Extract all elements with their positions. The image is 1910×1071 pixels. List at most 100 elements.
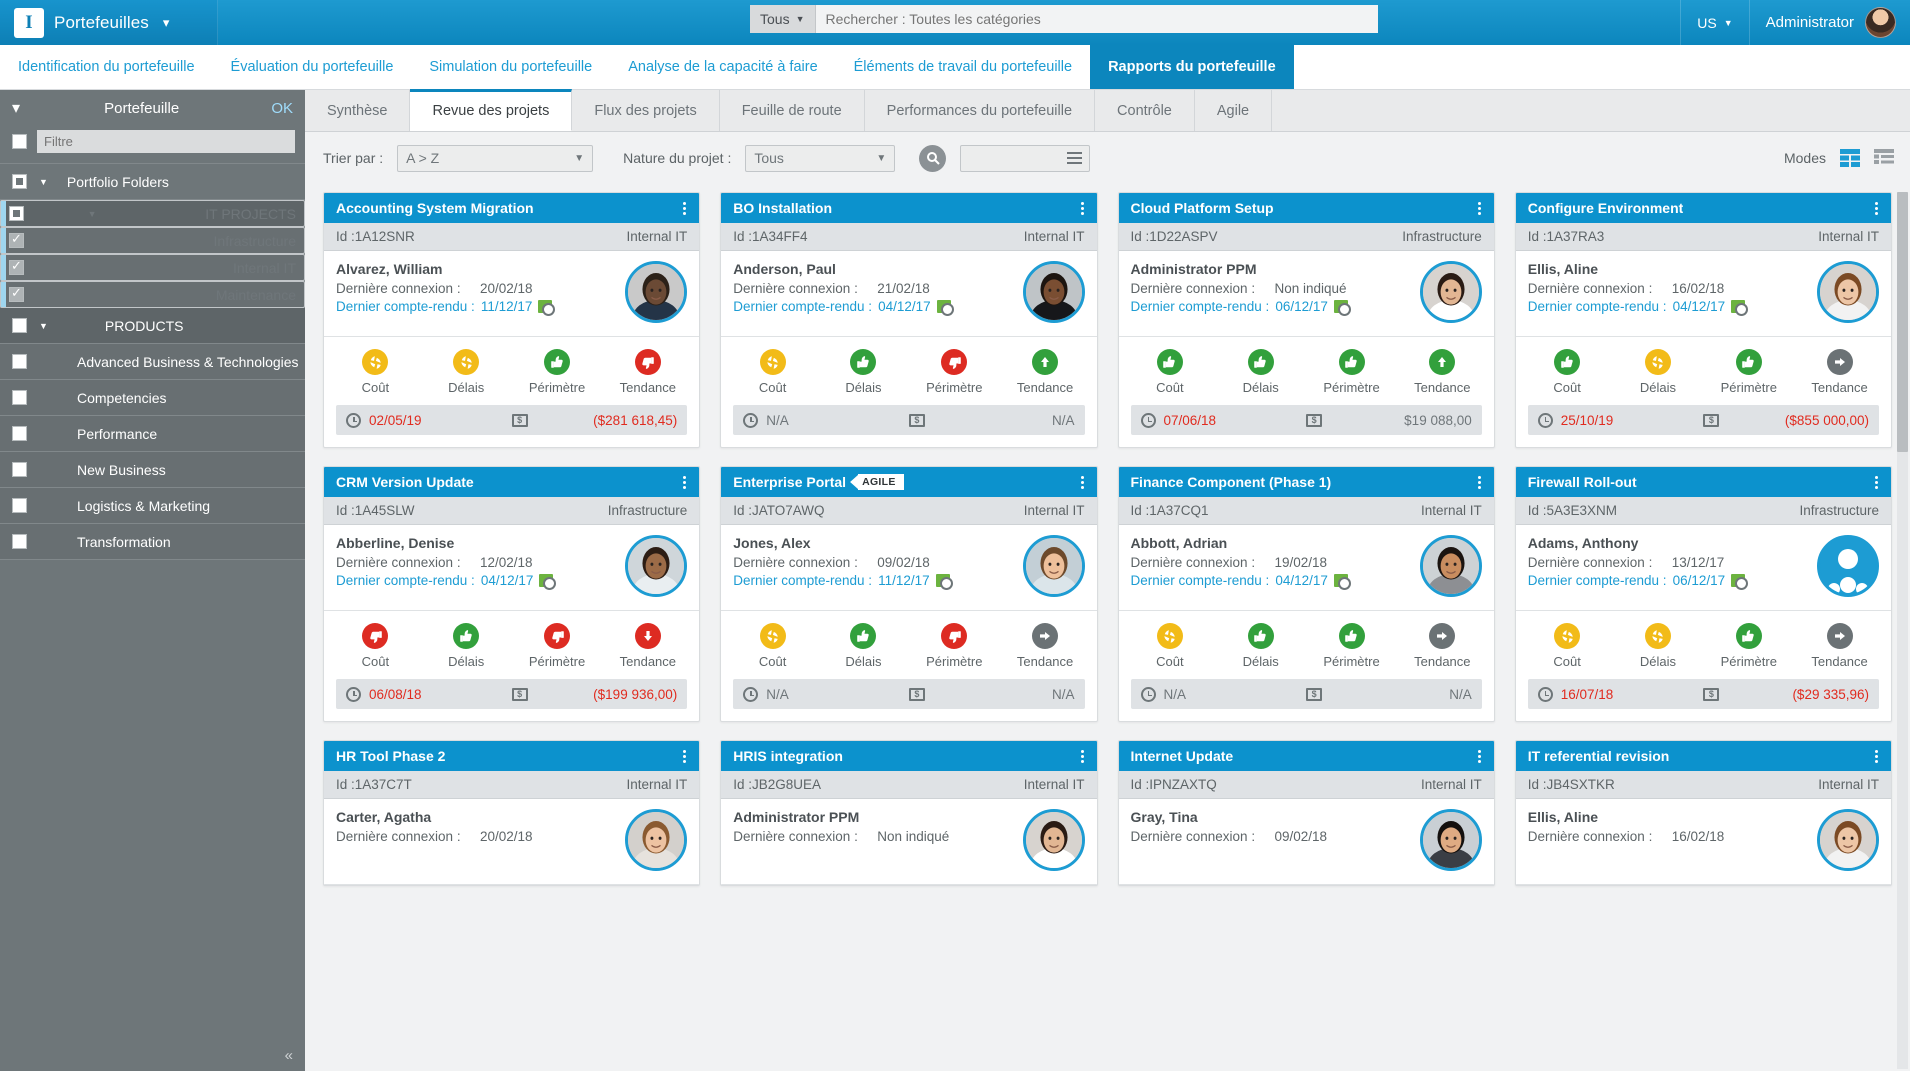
chevron-down-icon[interactable]: ▼ <box>88 209 97 219</box>
sub-tab[interactable]: Flux des projets <box>572 90 719 131</box>
report-document-icon[interactable] <box>1334 574 1348 587</box>
list-view-icon[interactable] <box>1874 149 1894 167</box>
main-nav-item[interactable]: Identification du portefeuille <box>0 45 213 89</box>
chevron-down-icon[interactable]: ▾ <box>163 15 170 31</box>
project-card[interactable]: Accounting System MigrationId :1A12SNRIn… <box>323 192 700 448</box>
sub-tab[interactable]: Revue des projets <box>410 89 572 131</box>
tree-node-checkbox[interactable] <box>9 260 24 275</box>
tree-node[interactable]: Logistics & Marketing <box>0 488 305 524</box>
report-document-icon[interactable] <box>937 300 951 313</box>
brand-menu[interactable]: I Portefeuilles ▾ <box>0 0 218 45</box>
tree-node-checkbox[interactable] <box>12 534 27 549</box>
sort-dropdown[interactable]: A > Z ▼ <box>397 145 593 172</box>
kpi-tendance[interactable]: Tendance <box>1794 623 1885 669</box>
card-menu-icon[interactable] <box>1078 748 1087 765</box>
main-nav-item[interactable]: Rapports du portefeuille <box>1090 45 1294 89</box>
kpi-tendance[interactable]: Tendance <box>602 349 693 395</box>
chevron-down-icon[interactable]: ▼ <box>39 321 48 331</box>
sidebar-collapse-button[interactable]: « <box>0 1039 305 1071</box>
sidebar-ok-button[interactable]: OK <box>271 100 293 117</box>
kpi-délais[interactable]: Délais <box>818 349 909 395</box>
report-document-icon[interactable] <box>539 574 553 587</box>
project-card[interactable]: HRIS integrationId :JB2G8UEAInternal ITA… <box>720 740 1097 886</box>
kpi-délais[interactable]: Délais <box>1613 623 1704 669</box>
project-card[interactable]: HR Tool Phase 2Id :1A37C7TInternal ITCar… <box>323 740 700 886</box>
list-options-icon[interactable] <box>1067 152 1082 164</box>
nature-dropdown[interactable]: Tous ▼ <box>745 145 895 172</box>
project-card[interactable]: Internet UpdateId :IPNZAXTQInternal ITGr… <box>1118 740 1495 886</box>
report-document-icon[interactable] <box>1731 300 1745 313</box>
kpi-coût[interactable]: Coût <box>727 349 818 395</box>
kpi-coût[interactable]: Coût <box>1125 349 1216 395</box>
project-card[interactable]: Cloud Platform SetupId :1D22ASPVInfrastr… <box>1118 192 1495 448</box>
tree-node-checkbox[interactable] <box>9 206 24 221</box>
kpi-périmètre[interactable]: Périmètre <box>512 349 603 395</box>
tree-node[interactable]: Transformation <box>0 524 305 560</box>
card-menu-icon[interactable] <box>1475 474 1484 491</box>
project-card[interactable]: Finance Component (Phase 1)Id :1A37CQ1In… <box>1118 466 1495 722</box>
kpi-périmètre[interactable]: Périmètre <box>1703 623 1794 669</box>
main-nav-item[interactable]: Éléments de travail du portefeuille <box>836 45 1090 89</box>
search-icon[interactable] <box>919 145 946 172</box>
main-nav-item[interactable]: Évaluation du portefeuille <box>213 45 412 89</box>
select-all-checkbox[interactable] <box>12 134 27 149</box>
scrollbar-thumb[interactable] <box>1897 192 1908 452</box>
project-card[interactable]: BO InstallationId :1A34FF4Internal ITAnd… <box>720 192 1097 448</box>
kpi-périmètre[interactable]: Périmètre <box>512 623 603 669</box>
kpi-périmètre[interactable]: Périmètre <box>909 349 1000 395</box>
tree-node[interactable]: Competencies <box>0 380 305 416</box>
project-card[interactable]: Enterprise PortalAGILEId :JATO7AWQIntern… <box>720 466 1097 722</box>
card-menu-icon[interactable] <box>680 200 689 217</box>
kpi-coût[interactable]: Coût <box>1522 349 1613 395</box>
kpi-délais[interactable]: Délais <box>1613 349 1704 395</box>
kpi-coût[interactable]: Coût <box>330 349 421 395</box>
card-menu-icon[interactable] <box>1078 474 1087 491</box>
tree-node-checkbox[interactable] <box>12 426 27 441</box>
project-card[interactable]: Configure EnvironmentId :1A37RA3Internal… <box>1515 192 1892 448</box>
tree-node-checkbox[interactable] <box>12 498 27 513</box>
sub-tab[interactable]: Agile <box>1195 90 1272 131</box>
kpi-coût[interactable]: Coût <box>727 623 818 669</box>
sub-tab[interactable]: Feuille de route <box>720 90 865 131</box>
card-menu-icon[interactable] <box>1475 748 1484 765</box>
kpi-tendance[interactable]: Tendance <box>602 623 693 669</box>
sub-tab[interactable]: Contrôle <box>1095 90 1195 131</box>
kpi-périmètre[interactable]: Périmètre <box>1703 349 1794 395</box>
card-menu-icon[interactable] <box>1078 200 1087 217</box>
tree-node[interactable]: New Business <box>0 452 305 488</box>
tree-node[interactable]: ▼IT PROJECTS <box>0 200 305 227</box>
kpi-coût[interactable]: Coût <box>330 623 421 669</box>
tree-node-checkbox[interactable] <box>12 174 27 189</box>
kpi-tendance[interactable]: Tendance <box>1794 349 1885 395</box>
kpi-périmètre[interactable]: Périmètre <box>1306 623 1397 669</box>
project-card[interactable]: Firewall Roll-outId :5A3E3XNMInfrastruct… <box>1515 466 1892 722</box>
report-document-icon[interactable] <box>538 300 552 313</box>
kpi-tendance[interactable]: Tendance <box>1000 623 1091 669</box>
card-search-input[interactable] <box>960 145 1090 172</box>
global-search-input[interactable] <box>816 5 1379 33</box>
kpi-tendance[interactable]: Tendance <box>1397 349 1488 395</box>
kpi-délais[interactable]: Délais <box>1215 349 1306 395</box>
card-menu-icon[interactable] <box>1872 748 1881 765</box>
tree-node-checkbox[interactable] <box>12 462 27 477</box>
vertical-scrollbar[interactable] <box>1897 192 1908 1069</box>
tree-node[interactable]: Infrastructure <box>0 227 305 254</box>
main-nav-item[interactable]: Analyse de la capacité à faire <box>610 45 835 89</box>
sub-tab[interactable]: Performances du portefeuille <box>865 90 1095 131</box>
tree-node-checkbox[interactable] <box>12 390 27 405</box>
report-document-icon[interactable] <box>936 574 950 587</box>
locale-selector[interactable]: US ▼ <box>1680 0 1748 45</box>
tree-node-checkbox[interactable] <box>12 354 27 369</box>
kpi-délais[interactable]: Délais <box>421 349 512 395</box>
tree-node-checkbox[interactable] <box>9 287 24 302</box>
tree-node[interactable]: Performance <box>0 416 305 452</box>
tree-node[interactable]: Internal IT <box>0 254 305 281</box>
main-nav-item[interactable]: Simulation du portefeuille <box>411 45 610 89</box>
card-menu-icon[interactable] <box>1475 200 1484 217</box>
tree-node[interactable]: ▼PRODUCTS <box>0 308 305 344</box>
tree-node[interactable]: Maintenance <box>0 281 305 308</box>
report-document-icon[interactable] <box>1334 300 1348 313</box>
chevron-down-icon[interactable]: ▼ <box>39 177 48 187</box>
search-scope-dropdown[interactable]: Tous ▼ <box>750 5 816 33</box>
kpi-coût[interactable]: Coût <box>1125 623 1216 669</box>
